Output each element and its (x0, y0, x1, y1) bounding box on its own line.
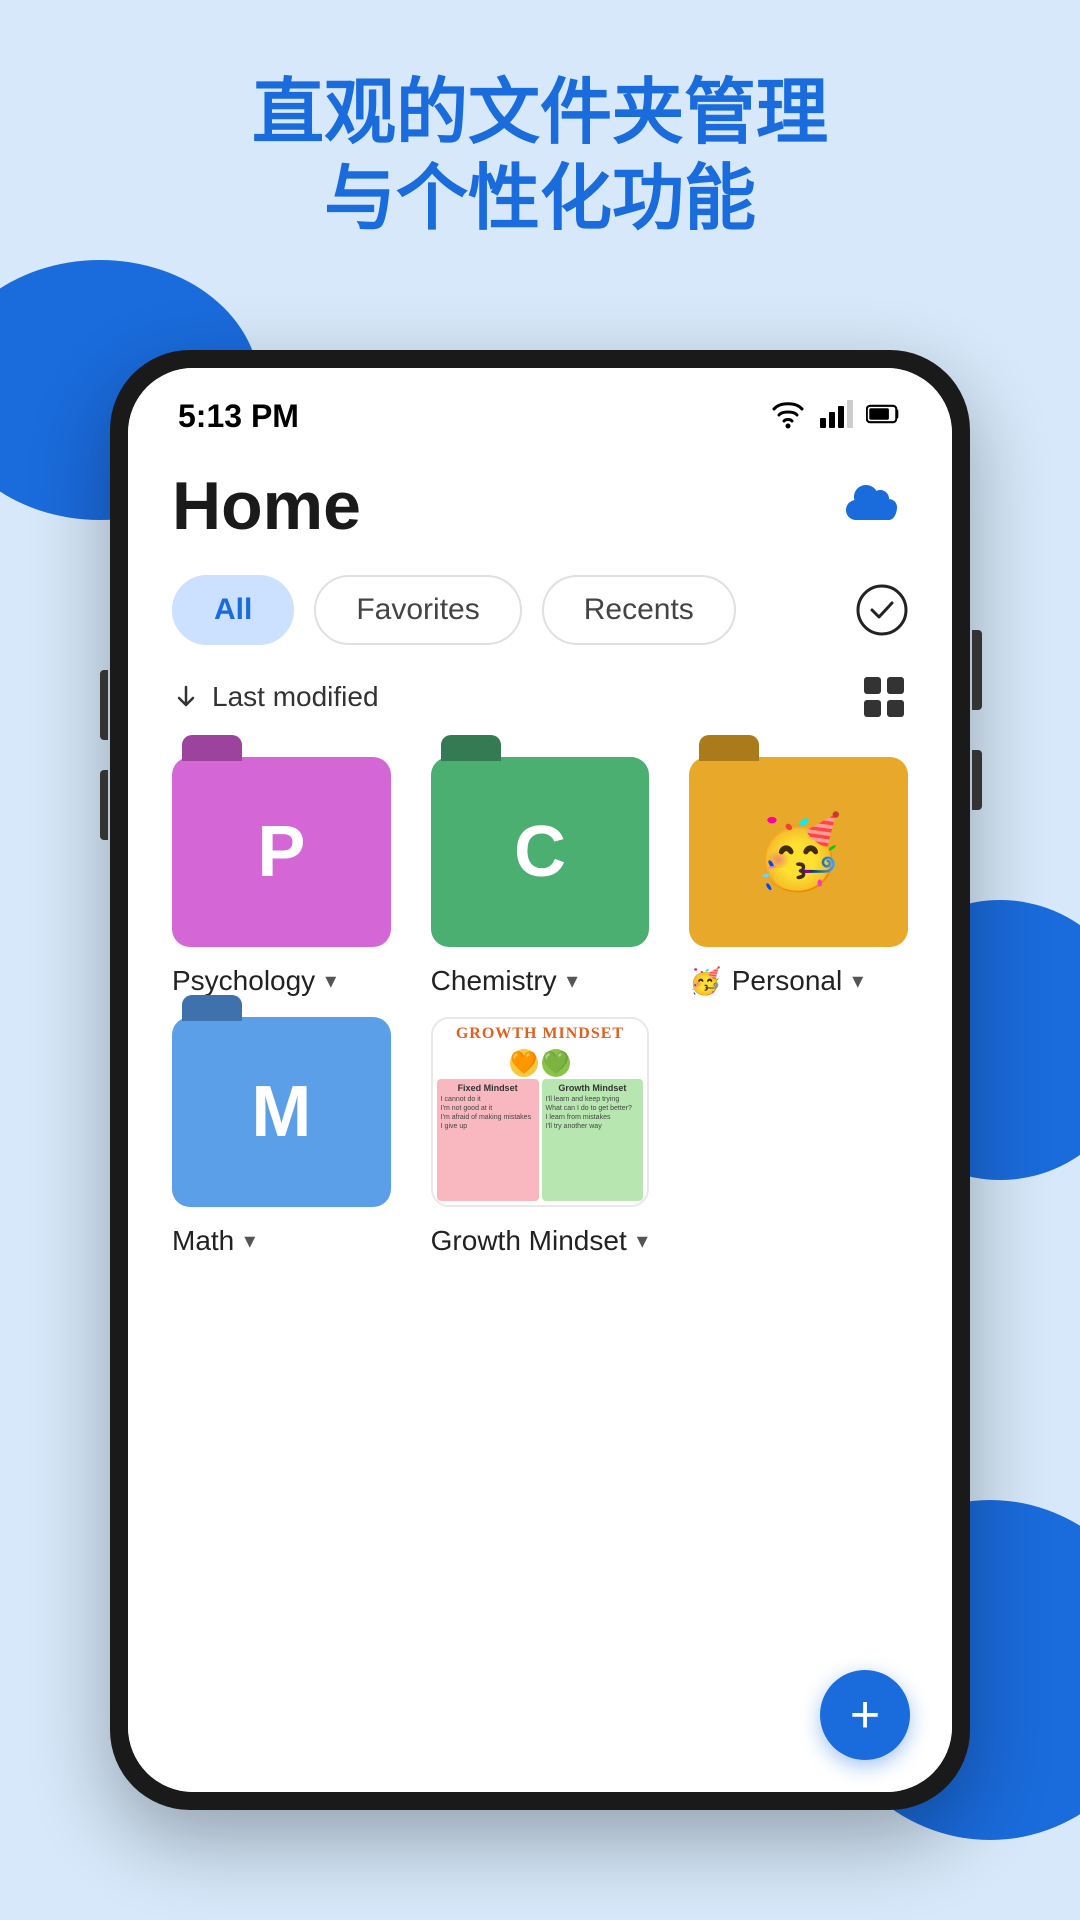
folder-label-psychology: Psychology (172, 965, 315, 997)
folder-icon-math: M (172, 1017, 391, 1207)
gm-characters: 🧡 💚 (433, 1045, 648, 1079)
grid-view-button[interactable] (860, 673, 908, 721)
folder-name-math: Math ▾ (172, 1225, 255, 1257)
chevron-chemistry: ▾ (567, 968, 578, 994)
battery-icon (866, 396, 902, 437)
folder-icon-personal: 🥳 (689, 757, 908, 947)
signal-icon (818, 396, 854, 437)
folder-item-math[interactable]: M Math ▾ (172, 1017, 391, 1257)
folder-name-chemistry: Chemistry ▾ (431, 965, 578, 997)
folder-label-math: Math (172, 1225, 234, 1257)
folder-grid-row1: P Psychology ▾ C Chemistry ▾ 🥳 (172, 757, 908, 997)
wifi-icon (770, 396, 806, 437)
chevron-psychology: ▾ (325, 968, 336, 994)
status-icons (770, 396, 902, 437)
folder-name-personal: 🥳 Personal ▾ (689, 965, 863, 997)
folder-name-growth-mindset: Growth Mindset ▾ (431, 1225, 648, 1257)
vol-up-button (100, 670, 108, 740)
phone-frame: 5:13 PM (110, 350, 970, 1810)
cloud-button[interactable] (836, 470, 908, 542)
gm-col-fixed: Fixed Mindset I cannot do it I'm not goo… (437, 1079, 539, 1201)
status-bar: 5:13 PM (128, 368, 952, 447)
chevron-math: ▾ (244, 1228, 255, 1254)
app-content: Home All Favorites Recents (128, 447, 952, 1792)
folder-thumbnail-growth-mindset: GROWTH MINDSET 🧡 💚 Fixed Mindset I canno… (431, 1017, 650, 1207)
phone-screen: 5:13 PM (128, 368, 952, 1792)
folder-label-personal: Personal (732, 965, 843, 997)
status-time: 5:13 PM (178, 398, 299, 435)
folder-emoji-personal: 🥳 (689, 966, 721, 997)
folder-name-psychology: Psychology ▾ (172, 965, 336, 997)
filter-row: All Favorites Recents (172, 575, 908, 645)
hero-title: 直观的文件夹管理 与个性化功能 (0, 70, 1080, 243)
tab-all[interactable]: All (172, 575, 294, 645)
hero-title-line2: 与个性化功能 (40, 156, 1040, 242)
gm-title: GROWTH MINDSET (433, 1019, 648, 1045)
chevron-growth-mindset: ▾ (637, 1228, 648, 1254)
app-title: Home (172, 467, 361, 545)
folder-item-personal[interactable]: 🥳 🥳 Personal ▾ (689, 757, 908, 997)
hero-title-line1: 直观的文件夹管理 (40, 70, 1040, 156)
app-header: Home (172, 467, 908, 545)
sort-row: Last modified (172, 673, 908, 721)
tab-favorites[interactable]: Favorites (314, 575, 521, 645)
gm-body: Fixed Mindset I cannot do it I'm not goo… (433, 1079, 648, 1205)
tab-recents[interactable]: Recents (542, 575, 736, 645)
vol-down-button (100, 770, 108, 840)
gm-char-orange: 🧡 (510, 1049, 538, 1077)
gm-char-green: 💚 (542, 1049, 570, 1077)
folder-item-growth-mindset[interactable]: GROWTH MINDSET 🧡 💚 Fixed Mindset I canno… (431, 1017, 650, 1257)
sort-label-text: Last modified (212, 681, 379, 713)
chevron-personal: ▾ (852, 968, 863, 994)
sort-label[interactable]: Last modified (172, 681, 379, 713)
folder-icon-chemistry: C (431, 757, 650, 947)
fab-add-button[interactable]: + (820, 1670, 910, 1760)
folder-icon-psychology: P (172, 757, 391, 947)
folder-label-growth-mindset: Growth Mindset (431, 1225, 627, 1257)
gm-col-growth: Growth Mindset I'll learn and keep tryin… (542, 1079, 644, 1201)
folder-item-chemistry[interactable]: C Chemistry ▾ (431, 757, 650, 997)
folder-item-psychology[interactable]: P Psychology ▾ (172, 757, 391, 997)
folder-label-chemistry: Chemistry (431, 965, 557, 997)
check-icon[interactable] (856, 584, 908, 636)
folder-grid-row2: M Math ▾ GROWTH MINDSET 🧡 💚 (172, 1017, 908, 1257)
